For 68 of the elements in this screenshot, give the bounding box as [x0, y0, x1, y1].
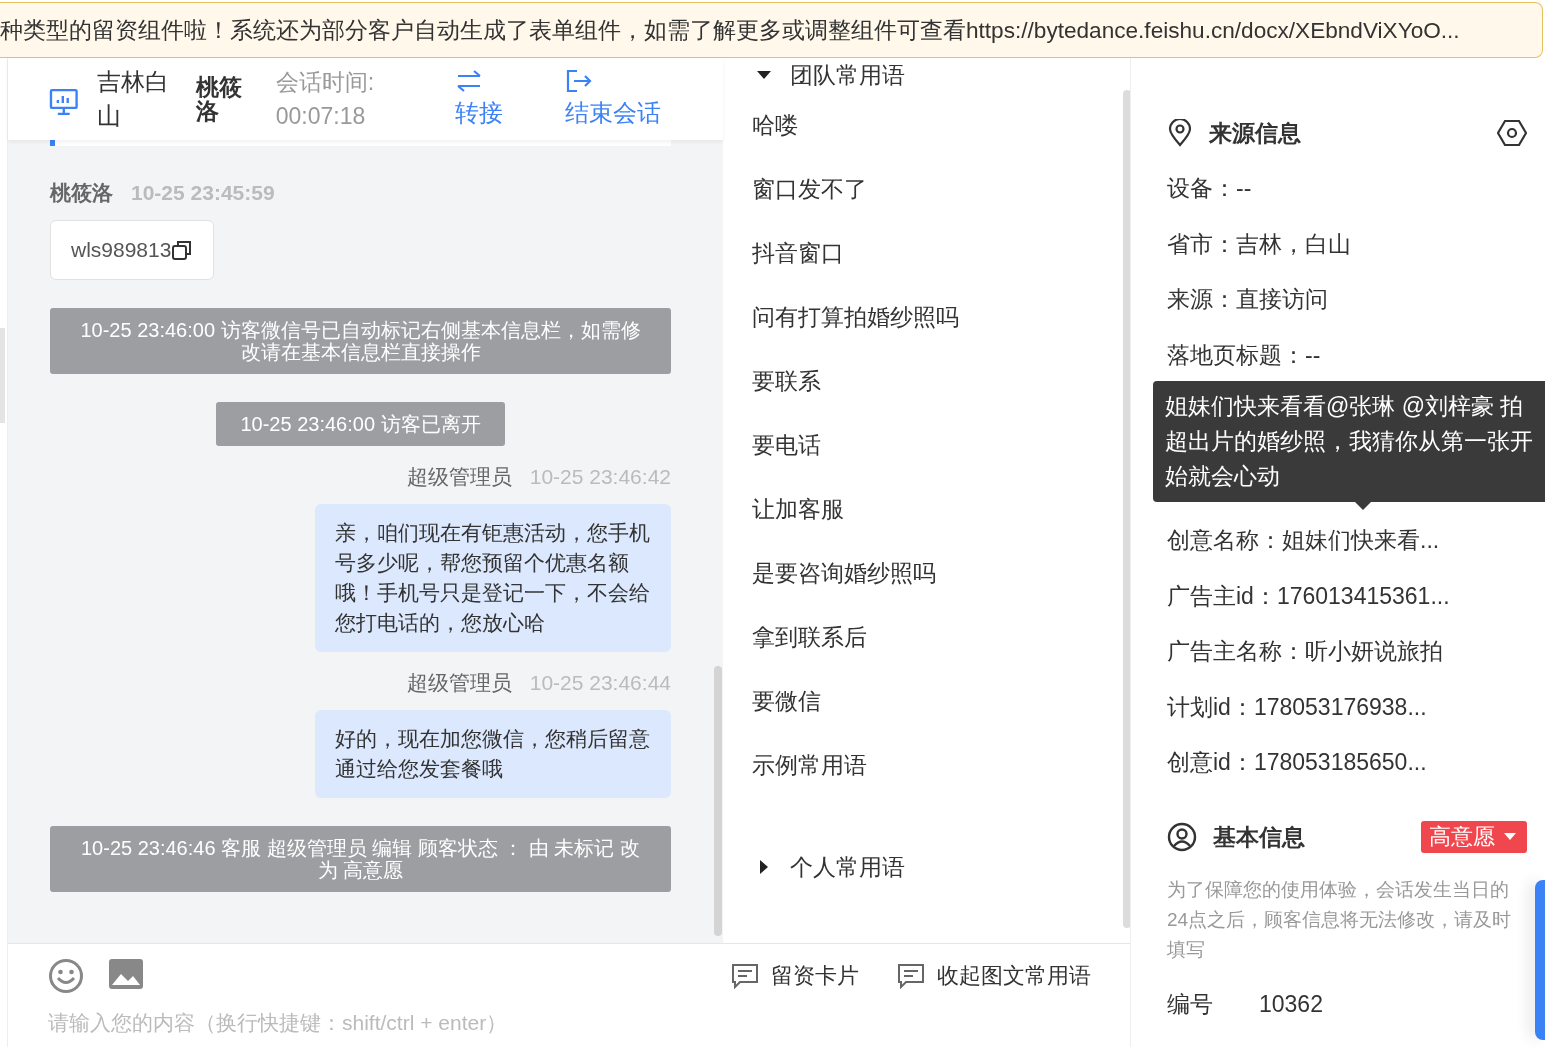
phrase-item[interactable]: 要电话	[752, 428, 821, 462]
info-row-text: 计划id：178053176938...	[1167, 692, 1427, 722]
info-row-text: 来源：直接访问	[1167, 285, 1328, 314]
notice-text: 种类型的留资组件啦！系统还为部分客户自动生成了表单组件，如需了解更多或调整组件可查看https://bytedance.feishu.cn/docx/XEbndViXYoO...	[0, 16, 1460, 45]
tooltip-text: 姐妹们快来看看@张琳 @刘梓豪 拍	[1165, 392, 1524, 421]
user-circle-icon	[1167, 822, 1197, 852]
info-row-text: 设备：--	[1167, 174, 1252, 203]
caret-down-icon	[1503, 832, 1517, 842]
settings-icon	[1497, 119, 1527, 147]
hint-text: 为了保障您的使用体验，会话发生当日的24点之后，顾客信息将无法修改，请及时填写	[1167, 878, 1513, 962]
scrollbar[interactable]	[714, 666, 722, 936]
phrase-item[interactable]: 拿到联系后	[752, 620, 867, 654]
sender-name: 超级管理员	[406, 464, 512, 490]
message-icon	[731, 963, 759, 989]
section-title: 基本信息	[1213, 822, 1305, 852]
tooltip-text: 超出片的婚纱照，我猜你从第一张开	[1165, 427, 1533, 456]
session-time-label: 会话时间:	[275, 68, 376, 97]
phrase-item[interactable]: 让加客服	[752, 492, 844, 526]
monitor-icon	[49, 88, 79, 116]
status-dropdown[interactable]: 高意愿	[1421, 821, 1527, 853]
composer-action-button[interactable]: 收起图文常用语	[897, 961, 1091, 991]
visitor-name: 桃筱洛	[196, 75, 244, 123]
session-action-button[interactable]: 转接	[455, 69, 503, 129]
message-bubble: 好的，现在加您微信，您稍后留意通过给您发套餐哦	[315, 710, 671, 798]
smiley-icon	[48, 958, 84, 994]
phrase-item[interactable]: 要微信	[752, 684, 821, 718]
phrase-group[interactable]: 团队常用语	[752, 58, 905, 92]
scrollbar[interactable]	[1123, 90, 1131, 928]
transfer-arrows-icon	[455, 69, 483, 93]
field-value: 10362	[1259, 990, 1323, 1019]
section-title: 来源信息	[1209, 118, 1301, 148]
session-action-button[interactable]: 结束会话	[565, 69, 661, 129]
system-notice: 10-25 23:46:00 访客微信号已自动标记右侧基本信息栏，如需修改请在基本信息栏直接操作	[50, 308, 671, 374]
system-notice: 10-25 23:46:00 访客已离开	[216, 402, 505, 446]
phrase-item[interactable]: 要联系	[752, 364, 821, 398]
composer-action-button[interactable]: 留资卡片	[731, 961, 859, 991]
info-row-text: 落地页标题：--	[1167, 340, 1321, 370]
session-time: 00:07:18	[275, 102, 367, 131]
sender-name: 超级管理员	[406, 670, 512, 696]
phrase-item[interactable]: 问有打算拍婚纱照吗	[752, 300, 959, 334]
wechat-id: wls989813	[71, 238, 172, 262]
system-notice: 10-25 23:46:46 客服 超级管理员 编辑 顾客状态 ： 由 未标记 改为 高意愿	[50, 826, 671, 892]
sender-name: 桃筱洛	[50, 180, 113, 206]
exit-icon	[565, 69, 593, 93]
side-tab[interactable]	[1535, 880, 1545, 1040]
info-row-text: 创意id：178053185650...	[1167, 748, 1427, 777]
message-input-field[interactable]: 请输入您的内容（换行快捷键：shift/ctrl + enter）	[48, 1008, 648, 1038]
info-row-text: 广告主id：176013415361...	[1167, 581, 1450, 611]
info-row-text: 创意名称：姐妹们快来看...	[1167, 526, 1440, 555]
message-time: 10-25 23:46:42	[529, 464, 671, 490]
phrase-item[interactable]: 窗口发不了	[752, 172, 867, 206]
tooltip-text: 始就会心动	[1165, 462, 1280, 491]
phrase-item[interactable]: 是要咨询婚纱照吗	[752, 556, 936, 590]
message-time: 10-25 23:45:59	[131, 180, 275, 206]
field-label: 编号	[1167, 990, 1214, 1019]
phrase-item[interactable]: 示例常用语	[752, 748, 867, 782]
message-icon	[897, 963, 925, 989]
phrase-item[interactable]: 抖音窗口	[752, 236, 844, 270]
message-time: 10-25 23:46:44	[529, 670, 671, 696]
location-text: 吉林白山	[96, 67, 170, 131]
copy-icon	[171, 239, 194, 261]
info-row-text: 省市：吉林，白山	[1167, 229, 1351, 259]
image-icon	[108, 958, 144, 990]
phrase-group[interactable]: 个人常用语	[752, 850, 905, 884]
location-pin-icon	[1167, 119, 1193, 147]
phrase-item[interactable]: 哈喽	[752, 108, 798, 142]
message-bubble: 亲，咱们现在有钜惠活动，您手机号多少呢，帮您预留个优惠名额哦！手机号只是登记一下，不会给您打电话的，您放心哈	[315, 504, 671, 652]
info-row-text: 广告主名称：听小妍说旅拍	[1167, 637, 1443, 666]
